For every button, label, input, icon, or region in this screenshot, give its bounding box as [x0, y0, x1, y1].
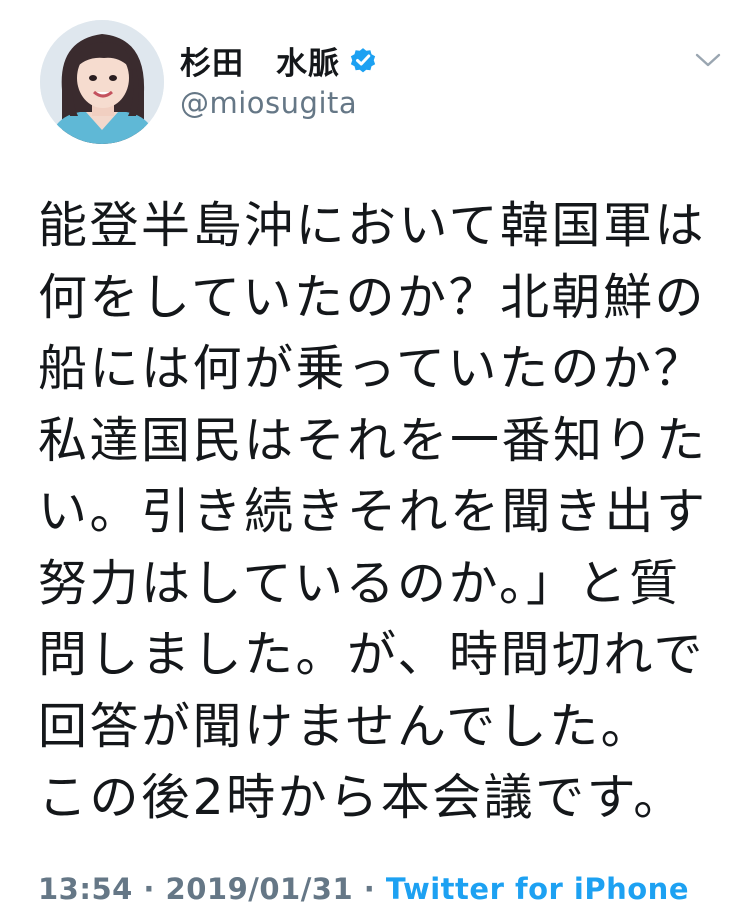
handle[interactable]: @miosugita: [180, 86, 378, 120]
tweet-line: 私達国民はそれを一番知りた: [38, 411, 708, 469]
meta-separator: ·: [132, 872, 166, 906]
avatar[interactable]: [40, 20, 164, 144]
name-row: 杉田 水脈: [180, 38, 378, 83]
avatar-image: [40, 20, 164, 144]
tweet-source-link[interactable]: Twitter for iPhone: [386, 872, 689, 906]
tweet: 杉田 水脈 @miosugita 能登半島沖において韓国軍は 何をしていたのか？北…: [0, 0, 750, 924]
tweet-line: 何をしていたのか？北朝鮮の: [38, 268, 707, 326]
tweet-meta: 13:54 · 2019/01/31 · Twitter for iPhone: [38, 872, 689, 906]
tweet-line: 問しました。が、時間切れで: [38, 626, 706, 683]
tweet-text: 能登半島沖において韓国軍は 何をしていたのか？北朝鮮の 船には何が乗っていたのか？ 私…: [38, 190, 728, 834]
tweet-line: い。引き続きそれを聞き出す: [38, 483, 708, 540]
tweet-line: 船には何が乗っていたのか？: [38, 340, 706, 397]
author-block[interactable]: 杉田 水脈 @miosugita: [180, 40, 378, 120]
tweet-line: この後2時から本会議です。: [38, 769, 685, 826]
verified-badge-icon: [348, 45, 378, 75]
meta-separator: ·: [353, 872, 386, 906]
tweet-date[interactable]: 2019/01/31: [166, 872, 354, 906]
tweet-line: 努力はしているのか。」と質: [38, 554, 681, 612]
tweet-line: 回答が聞けませんでした。: [38, 697, 653, 755]
display-name[interactable]: 杉田 水脈: [180, 38, 340, 83]
tweet-line: 能登半島沖において韓国軍は: [38, 197, 707, 254]
tweet-time[interactable]: 13:54: [38, 872, 133, 906]
chevron-down-icon[interactable]: [694, 50, 722, 70]
